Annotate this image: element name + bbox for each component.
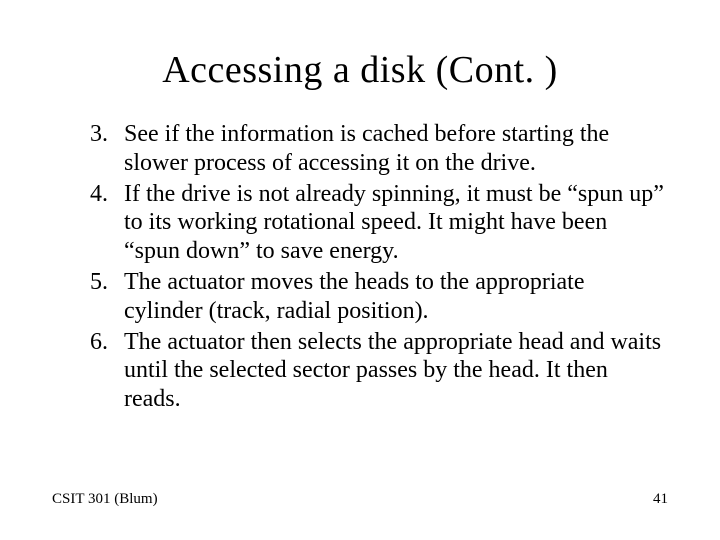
list-number: 5.	[52, 268, 124, 326]
slide-number: 41	[653, 491, 668, 508]
list-number: 6.	[52, 328, 124, 414]
footer: CSIT 301 (Blum) 41	[52, 491, 668, 508]
list-item: 4. If the drive is not already spinning,…	[52, 180, 668, 266]
list-item: 3. See if the information is cached befo…	[52, 120, 668, 178]
list-text: See if the information is cached before …	[124, 120, 668, 178]
list-text: The actuator then selects the appropriat…	[124, 328, 668, 414]
list-text: The actuator moves the heads to the appr…	[124, 268, 668, 326]
list-number: 4.	[52, 180, 124, 266]
list-item: 5. The actuator moves the heads to the a…	[52, 268, 668, 326]
footer-course: CSIT 301 (Blum)	[52, 491, 158, 508]
slide: Accessing a disk (Cont. ) 3. See if the …	[0, 0, 720, 540]
slide-title: Accessing a disk (Cont. )	[52, 48, 668, 92]
list-number: 3.	[52, 120, 124, 178]
list-text: If the drive is not already spinning, it…	[124, 180, 668, 266]
list-item: 6. The actuator then selects the appropr…	[52, 328, 668, 414]
numbered-list: 3. See if the information is cached befo…	[52, 120, 668, 414]
